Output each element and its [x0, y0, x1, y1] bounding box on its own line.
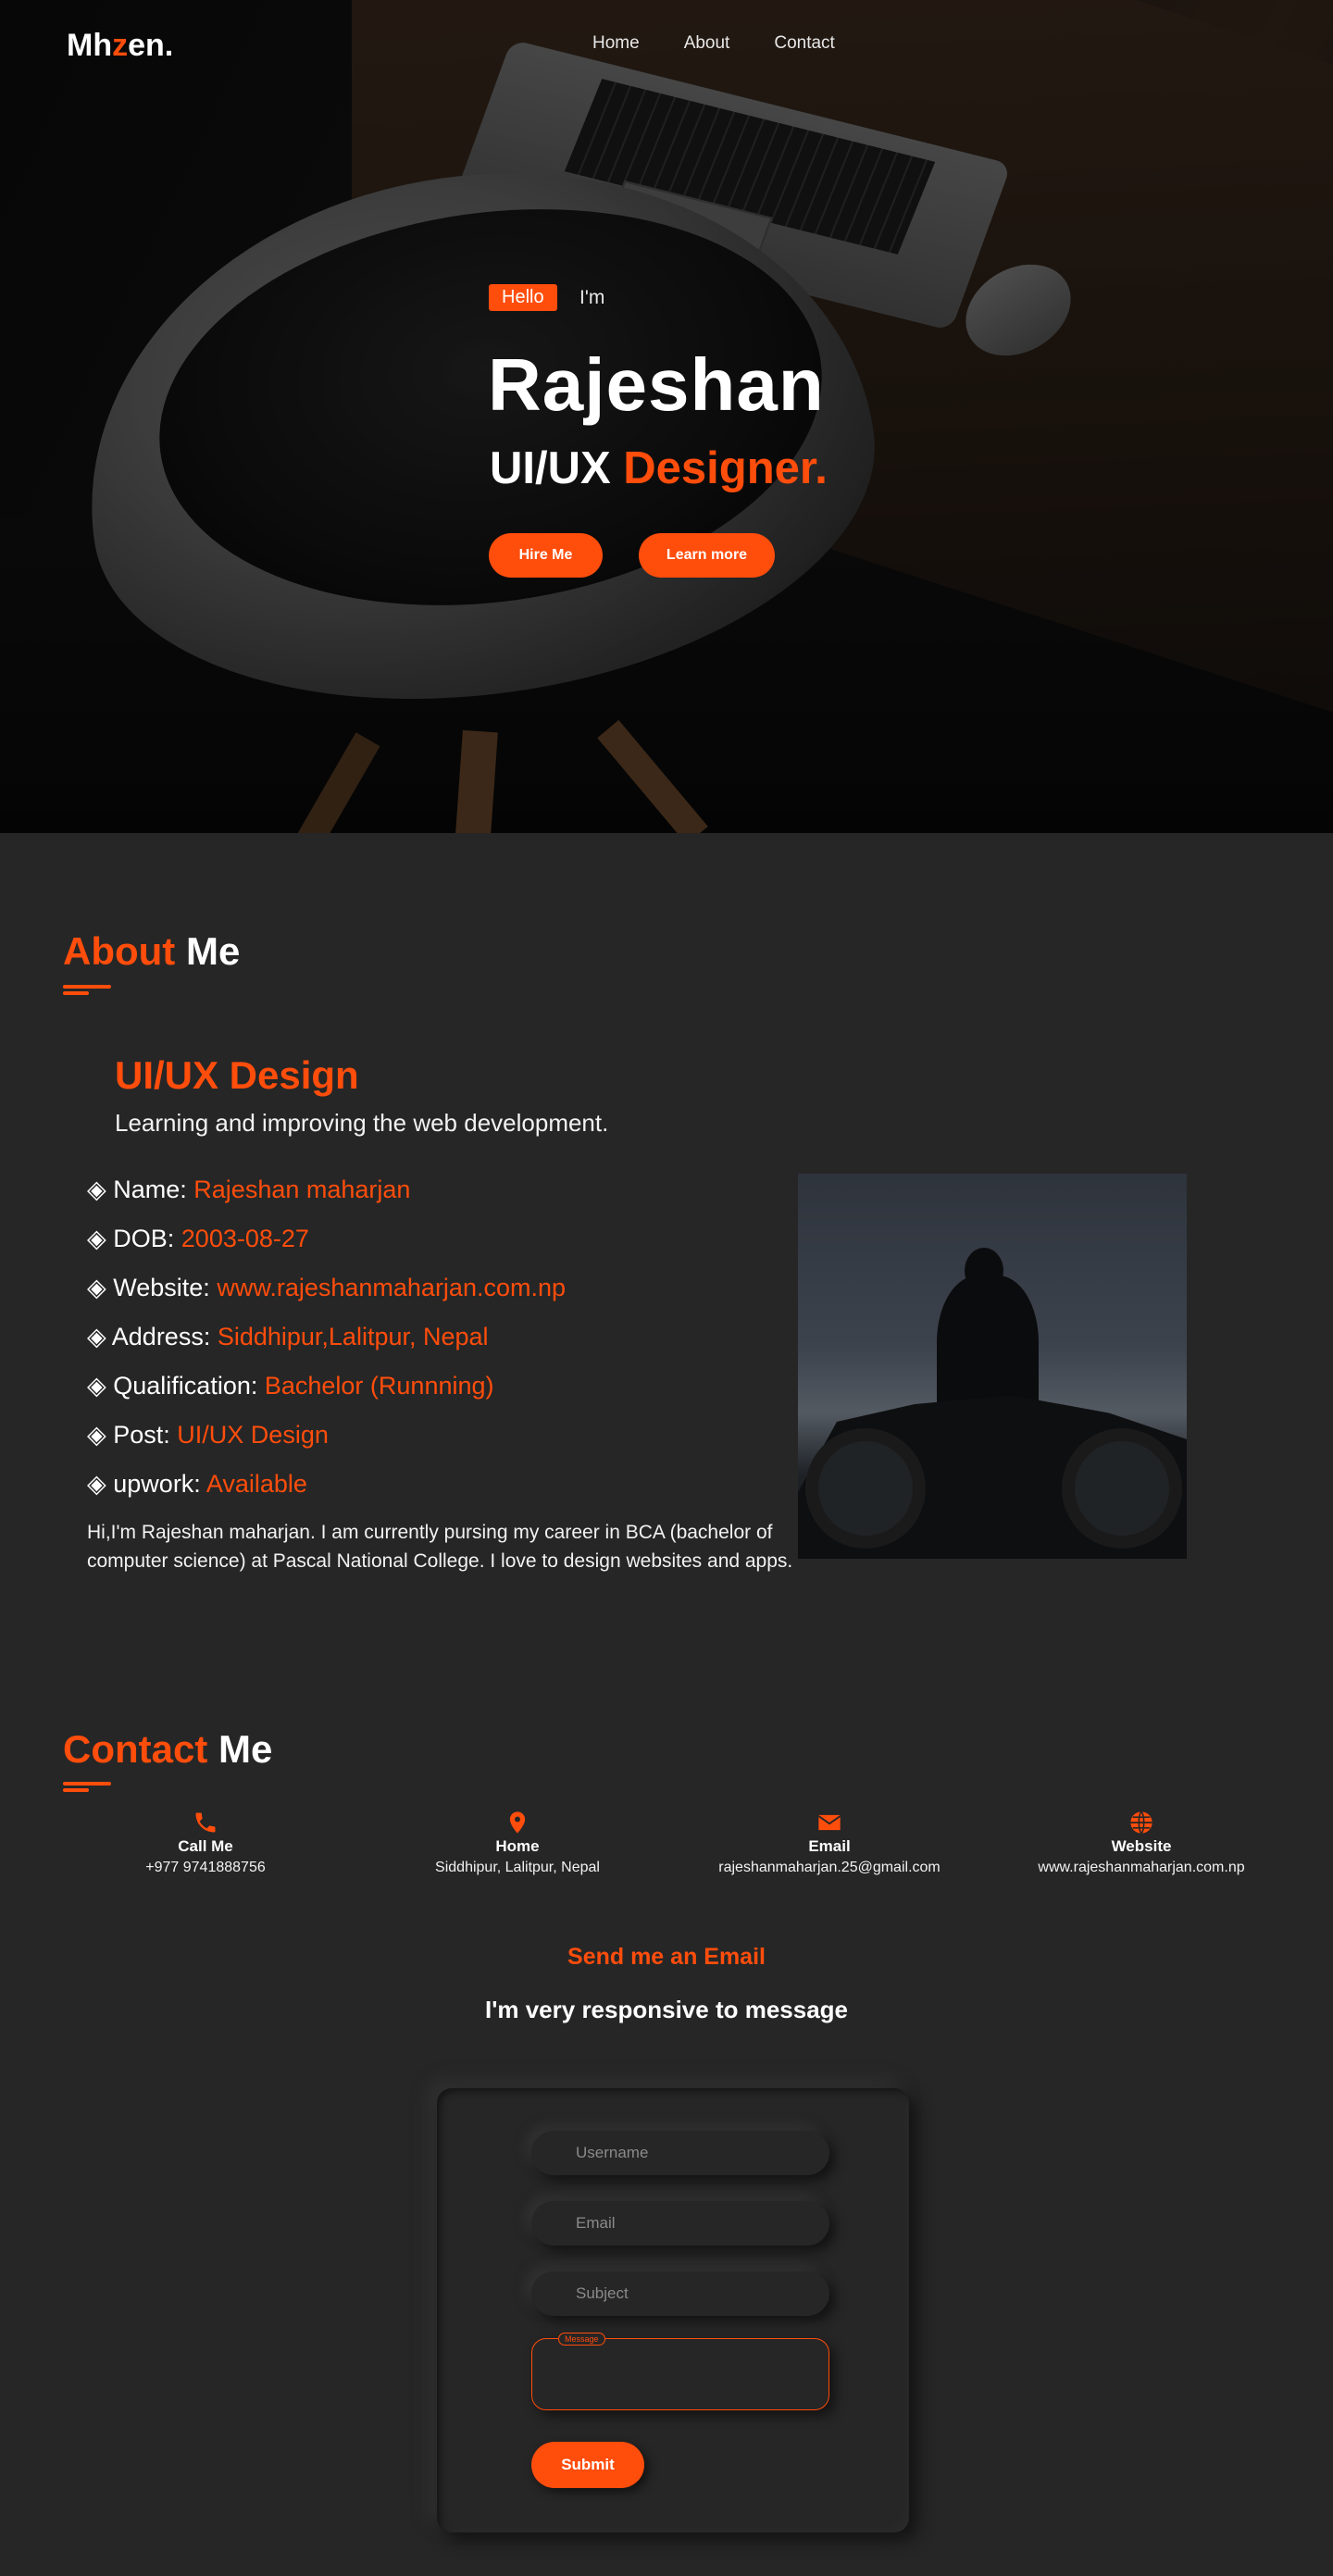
- detail-website: ◈ Website: www.rajeshanmaharjan.com.np: [87, 1274, 566, 1323]
- contact-item-phone[interactable]: Call Me +977 9741888756: [67, 1810, 344, 1876]
- subject-input[interactable]: [531, 2271, 829, 2316]
- detail-label: ◈ Qualification:: [87, 1372, 265, 1400]
- detail-label: ◈ Address:: [87, 1323, 218, 1350]
- location-pin-icon: [509, 1811, 526, 1834]
- contact-item-website[interactable]: Website www.rajeshanmaharjan.com.np: [1003, 1810, 1280, 1876]
- contact-title-accent: Contact: [63, 1727, 208, 1771]
- contact-value: +977 9741888756: [145, 1860, 266, 1875]
- detail-post: ◈ Post: UI/UX Design: [87, 1421, 566, 1470]
- about-details-list: ◈ Name: Rajeshan maharjan ◈ DOB: 2003-08…: [87, 1176, 566, 1519]
- detail-value[interactable]: www.rajeshanmaharjan.com.np: [217, 1274, 566, 1301]
- contact-label: Website: [1111, 1837, 1172, 1855]
- about-description: Learning and improving the web developme…: [115, 1109, 609, 1137]
- about-title-accent: About: [63, 929, 176, 973]
- contact-value: rajeshanmaharjan.25@gmail.com: [718, 1860, 941, 1875]
- detail-address: ◈ Address: Siddhipur,Lalitpur, Nepal: [87, 1323, 566, 1372]
- logo-tail: en.: [128, 28, 174, 63]
- hire-me-button[interactable]: Hire Me: [489, 533, 603, 578]
- contact-item-email[interactable]: Email rajeshanmaharjan.25@gmail.com: [691, 1810, 968, 1876]
- about-subtitle: UI/UX Design: [115, 1053, 359, 1097]
- contact-title: Contact Me: [63, 1727, 272, 1772]
- contact-value: Siddhipur, Lalitpur, Nepal: [435, 1860, 600, 1875]
- detail-label: ◈ Website:: [87, 1274, 218, 1301]
- detail-label: ◈ DOB:: [87, 1225, 181, 1252]
- detail-upwork: ◈ upwork: Available: [87, 1470, 566, 1519]
- detail-value: Siddhipur,Lalitpur, Nepal: [217, 1323, 489, 1350]
- hero-role-prefix: UI/UX: [490, 443, 624, 493]
- hero-section: Mhzen. Home About Contact Hello I'm Raje…: [0, 0, 1333, 833]
- hero-role: UI/UX Designer.: [490, 442, 828, 494]
- contact-title-rest: Me: [207, 1727, 273, 1771]
- nav-contact-link[interactable]: Contact: [774, 33, 834, 54]
- photo-wheel: [805, 1428, 926, 1549]
- nav-about-link[interactable]: About: [684, 33, 730, 54]
- about-title-underline: [63, 985, 111, 989]
- profile-photo: [798, 1174, 1187, 1559]
- about-title-underline-short: [63, 991, 89, 995]
- detail-label: ◈ upwork:: [87, 1470, 206, 1498]
- contact-form: Message Submit: [437, 2088, 909, 2532]
- hero-intro: I'm: [579, 287, 605, 308]
- email-input[interactable]: [531, 2201, 829, 2246]
- phone-icon: [195, 1812, 216, 1833]
- message-textarea[interactable]: [532, 2339, 828, 2409]
- detail-qualification: ◈ Qualification: Bachelor (Runnning): [87, 1372, 566, 1421]
- contact-value: www.rajeshanmaharjan.com.np: [1038, 1860, 1245, 1875]
- detail-name: ◈ Name: Rajeshan maharjan: [87, 1176, 566, 1225]
- photo-wheel: [1062, 1428, 1182, 1549]
- nav-home-link[interactable]: Home: [592, 33, 640, 54]
- message-field: Message: [531, 2333, 829, 2410]
- hello-badge: Hello: [489, 284, 557, 311]
- detail-label: ◈ Post:: [87, 1421, 178, 1449]
- hero-role-accent: Designer.: [623, 443, 828, 493]
- about-bio: Hi,I'm Rajeshan maharjan. I am currently…: [87, 1522, 793, 1572]
- main-nav: Home About Contact: [592, 33, 835, 54]
- site-logo[interactable]: Mhzen.: [67, 28, 173, 64]
- detail-dob: ◈ DOB: 2003-08-27: [87, 1225, 566, 1274]
- detail-value: 2003-08-27: [181, 1225, 309, 1252]
- contact-label: Email: [808, 1837, 851, 1855]
- submit-button[interactable]: Submit: [531, 2442, 644, 2488]
- learn-more-button[interactable]: Learn more: [639, 533, 775, 578]
- username-input[interactable]: [531, 2131, 829, 2175]
- contact-label: Call Me: [178, 1837, 233, 1855]
- about-title-rest: Me: [175, 929, 241, 973]
- logo-accent: z: [112, 28, 129, 63]
- send-email-subtitle: I'm very responsive to message: [484, 1996, 849, 2023]
- contact-label: Home: [495, 1837, 540, 1855]
- detail-label: ◈ Name:: [87, 1176, 194, 1203]
- envelope-icon: [818, 1814, 841, 1831]
- detail-value: Rajeshan maharjan: [193, 1176, 411, 1203]
- hero-name: Rajeshan: [488, 343, 825, 426]
- logo-text: Mh: [67, 28, 113, 63]
- detail-value: Bachelor (Runnning): [264, 1372, 494, 1400]
- globe-icon: [1130, 1811, 1152, 1835]
- contact-item-home[interactable]: Home Siddhipur, Lalitpur, Nepal: [379, 1810, 656, 1876]
- about-title: About Me: [63, 929, 240, 974]
- detail-value: Available: [206, 1470, 307, 1498]
- contact-title-underline: [63, 1782, 111, 1786]
- send-email-title: Send me an Email: [567, 1944, 766, 1970]
- detail-value: UI/UX Design: [177, 1421, 329, 1449]
- contact-title-underline-short: [63, 1788, 89, 1792]
